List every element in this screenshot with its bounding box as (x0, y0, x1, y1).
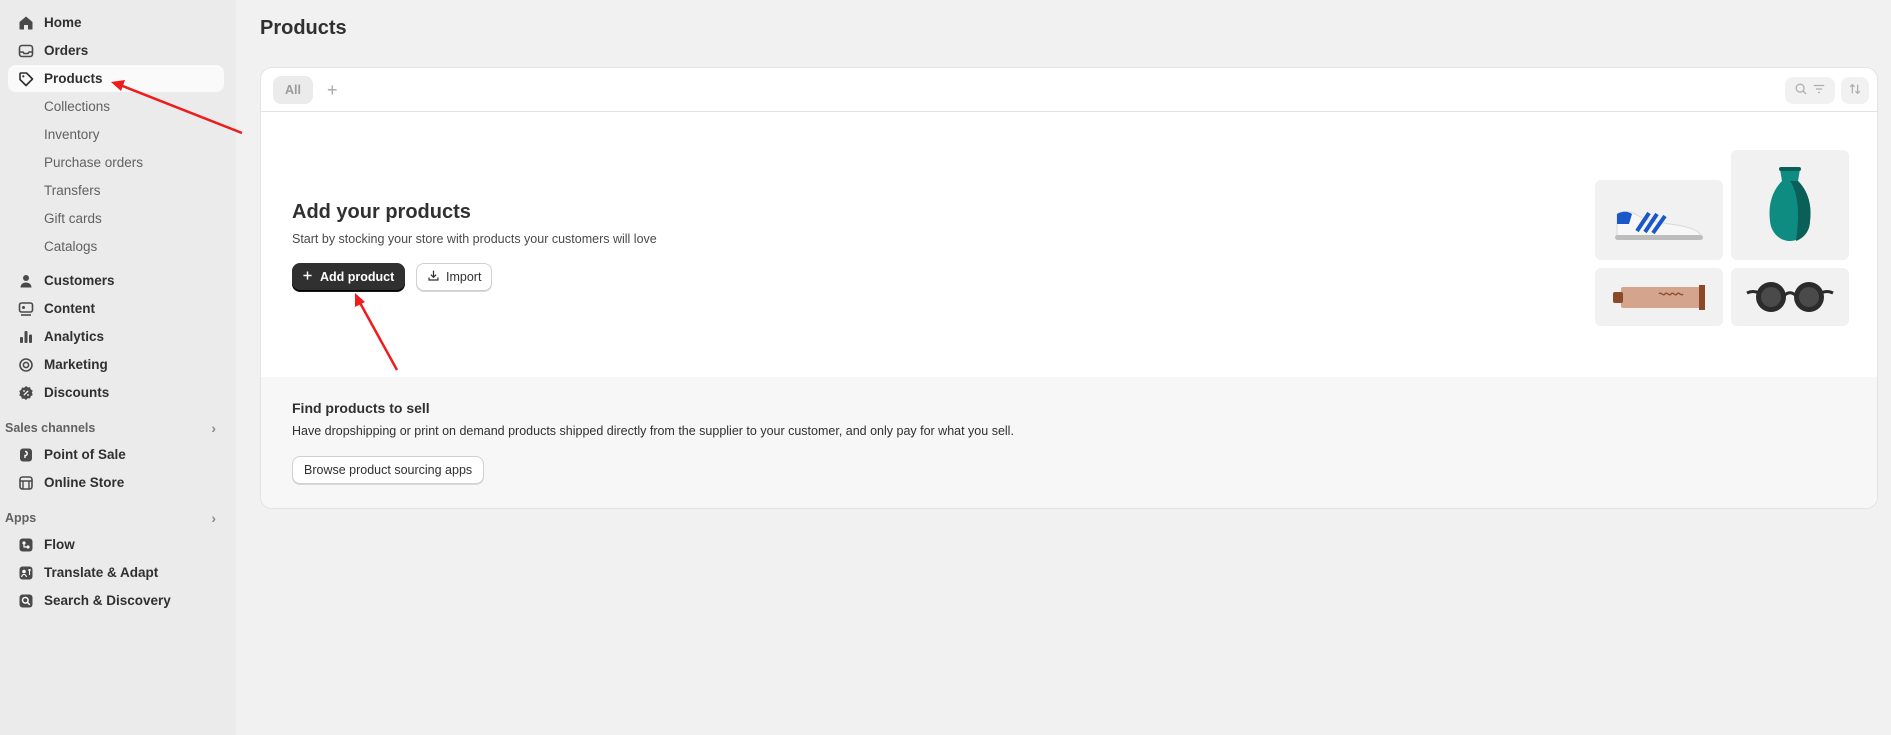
search-app-icon (18, 593, 34, 609)
inbox-icon (18, 43, 34, 59)
find-products-section: Find products to sell Have dropshipping … (261, 377, 1877, 508)
sidebar-item-label: Analytics (44, 329, 105, 344)
sidebar-item-marketing[interactable]: Marketing (8, 351, 224, 378)
products-toolbar: All + (261, 68, 1877, 112)
sidebar-subitem-gift-cards[interactable]: Gift cards (8, 205, 224, 232)
sidebar-subitem-collections[interactable]: Collections (8, 93, 224, 120)
sidebar-item-label: Search & Discovery (44, 593, 171, 608)
add-product-button[interactable]: Add product (292, 263, 406, 291)
sidebar-item-analytics[interactable]: Analytics (8, 323, 224, 350)
sort-button[interactable] (1841, 77, 1869, 104)
plus-icon (301, 269, 314, 285)
vase-illustration (1731, 150, 1849, 260)
sidebar-item-label: Orders (44, 43, 89, 58)
sidebar-item-point-of-sale[interactable]: Point of Sale (8, 441, 224, 468)
sidebar-item-products[interactable]: Products (8, 65, 224, 92)
pos-icon (18, 447, 34, 463)
sidebar-item-content[interactable]: Content (8, 295, 224, 322)
sidebar-item-home[interactable]: Home (8, 9, 224, 36)
products-card: All + Add your products Start by stockin… (260, 67, 1878, 509)
content-icon (18, 301, 34, 317)
sidebar-subitem-purchase-orders[interactable]: Purchase orders (8, 149, 224, 176)
sidebar-item-online-store[interactable]: Online Store (8, 469, 224, 496)
sidebar-subitem-catalogs[interactable]: Catalogs (8, 233, 224, 260)
sidebar-item-label: Discounts (44, 385, 110, 400)
sidebar-item-translate-adapt[interactable]: Translate & Adapt (8, 559, 224, 586)
sunglasses-illustration (1731, 268, 1849, 326)
sidebar-item-label: Home (44, 15, 82, 30)
translate-icon (18, 565, 34, 581)
sidebar-item-label: Online Store (44, 475, 125, 490)
chevron-right-icon: › (211, 510, 216, 526)
sidebar-item-flow[interactable]: Flow (8, 531, 224, 558)
sidebar-item-orders[interactable]: Orders (8, 37, 224, 64)
sidebar-item-label: Marketing (44, 357, 108, 372)
discount-icon (18, 385, 34, 401)
sidebar-item-customers[interactable]: Customers (8, 267, 224, 294)
apps-heading[interactable]: Apps › (0, 505, 236, 531)
find-products-description: Have dropshipping or print on demand pro… (292, 424, 1014, 438)
tag-icon (18, 71, 34, 87)
sidebar-item-label: Content (44, 301, 95, 316)
main-content: Products All + Add your products Start b… (236, 0, 1891, 735)
download-icon (427, 269, 440, 285)
search-filter-button[interactable] (1785, 77, 1835, 104)
page-title: Products (260, 17, 347, 39)
find-products-heading: Find products to sell (292, 400, 430, 416)
chevron-right-icon: › (211, 420, 216, 436)
empty-state-description: Start by stocking your store with produc… (292, 232, 657, 246)
sales-channels-heading[interactable]: Sales channels › (0, 415, 236, 441)
flow-icon (18, 537, 34, 553)
tube-illustration (1595, 268, 1723, 326)
browse-sourcing-apps-button[interactable]: Browse product sourcing apps (292, 456, 485, 484)
tab-all[interactable]: All (273, 75, 313, 104)
sidebar-subitem-transfers[interactable]: Transfers (8, 177, 224, 204)
import-button[interactable]: Import (416, 263, 493, 291)
target-icon (18, 357, 34, 373)
sidebar-item-label: Customers (44, 273, 115, 288)
sidebar-subitem-inventory[interactable]: Inventory (8, 121, 224, 148)
sidebar-item-label: Point of Sale (44, 447, 126, 462)
search-icon (1794, 82, 1808, 99)
empty-state-heading: Add your products (292, 201, 471, 223)
sidebar-item-label: Translate & Adapt (44, 565, 159, 580)
filter-icon (1812, 82, 1826, 99)
sidebar-item-discounts[interactable]: Discounts (8, 379, 224, 406)
store-icon (18, 475, 34, 491)
sidebar-nav: Home Orders Products Collections Invento… (0, 0, 236, 735)
add-view-button[interactable]: + (327, 81, 338, 99)
sidebar-item-label: Flow (44, 537, 75, 552)
person-icon (18, 273, 34, 289)
sidebar-item-search-discovery[interactable]: Search & Discovery (8, 587, 224, 614)
sort-icon (1848, 82, 1862, 99)
sneaker-illustration (1595, 180, 1723, 260)
empty-state: Add your products Start by stocking your… (261, 113, 1877, 377)
sidebar-item-label: Products (44, 71, 103, 86)
home-icon (18, 15, 34, 31)
bar-chart-icon (18, 329, 34, 345)
